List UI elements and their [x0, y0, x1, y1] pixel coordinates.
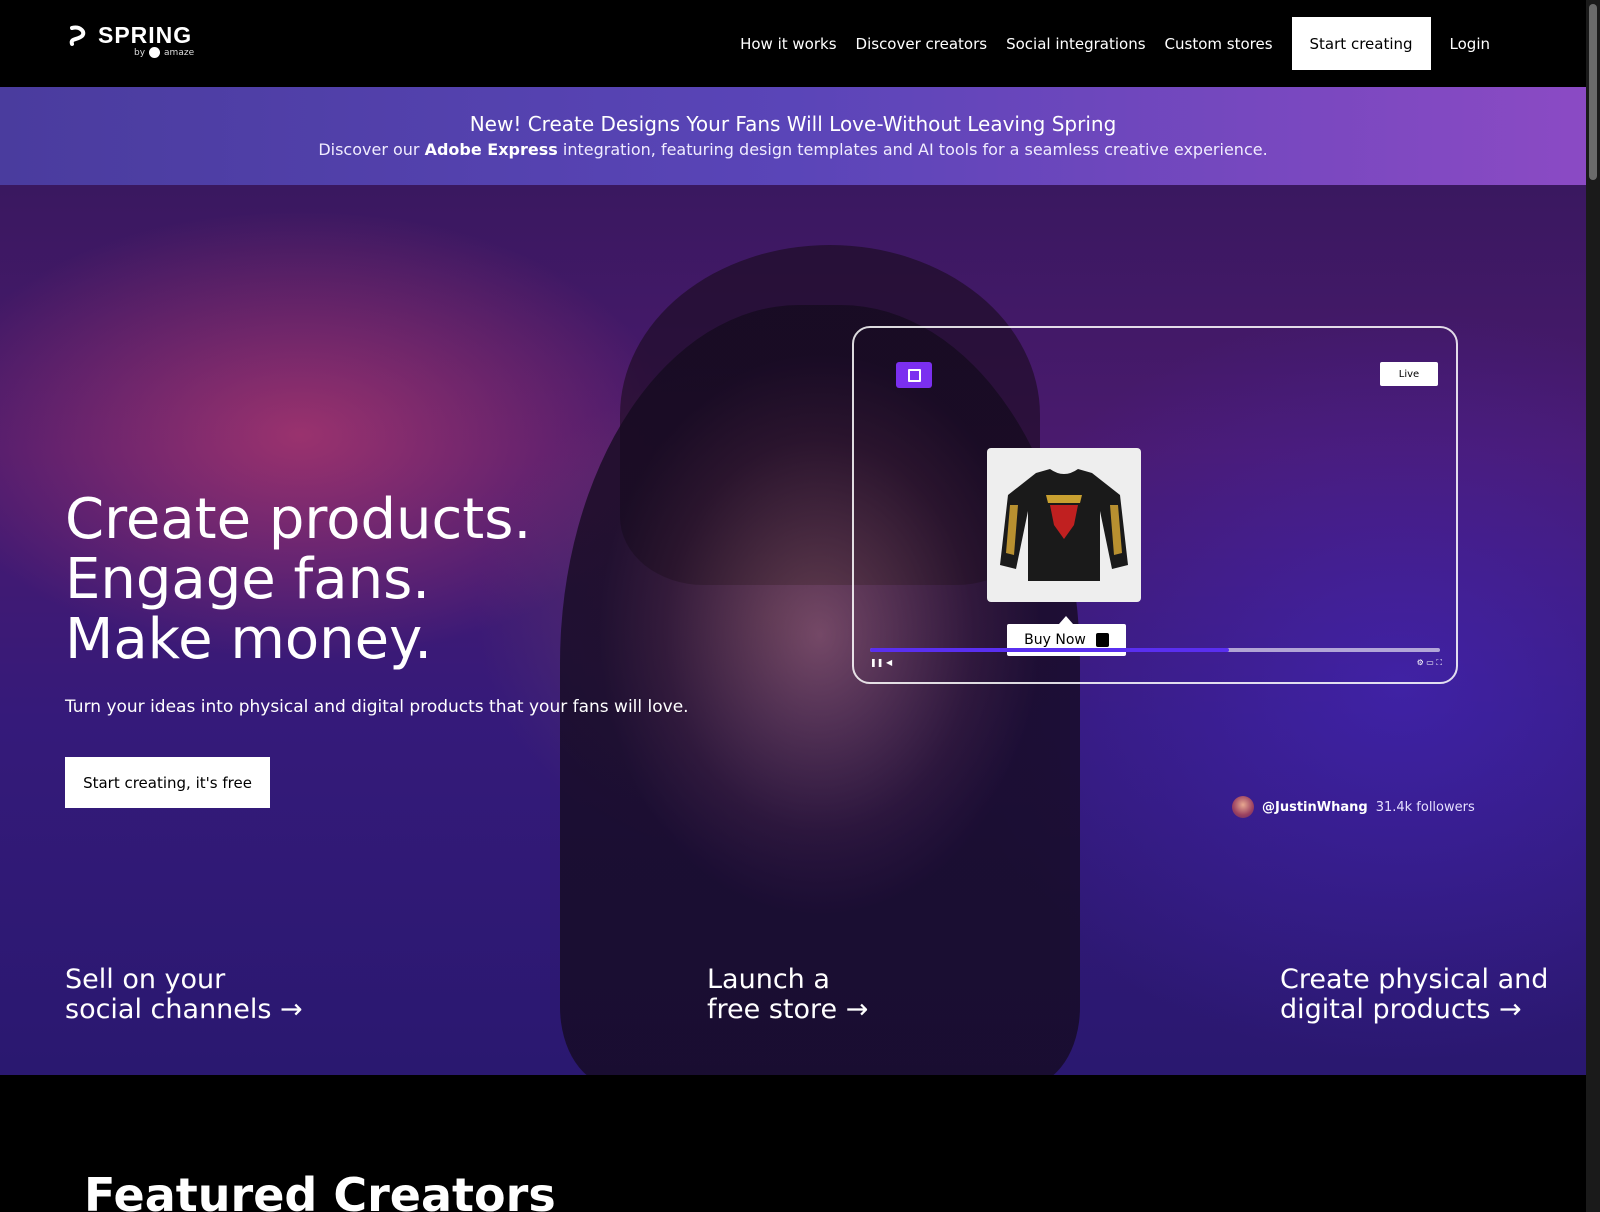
create-link-line-2: digital products → — [1280, 994, 1522, 1025]
live-badge: Live — [1380, 362, 1438, 386]
launch-link-line-2: free store → — [707, 994, 869, 1025]
spring-logo[interactable]: SPRING by amaze — [66, 22, 194, 58]
logo-by-text: by — [134, 47, 146, 58]
scrollbar-thumb[interactable] — [1589, 4, 1597, 180]
launch-free-store-link[interactable]: Launch a free store → — [707, 965, 868, 1025]
stream-preview-card: Live Buy Now ❚❚ ◀ ⚙ ▭ ⛶ — [852, 326, 1458, 684]
headline-line-1: Create products. — [65, 487, 532, 552]
launch-link-line-1: Launch a — [707, 964, 830, 995]
featured-creators-title: Featured Creators — [84, 1168, 556, 1212]
video-progress-bar[interactable] — [870, 648, 1440, 652]
top-nav: SPRING by amaze How it works Discover cr… — [0, 0, 1586, 87]
logo-wordmark: SPRING — [98, 22, 193, 48]
shopping-bag-icon — [1095, 633, 1109, 647]
player-settings-icon[interactable]: ⚙ ▭ ⛶ — [1417, 658, 1442, 668]
headline-line-2: Engage fans. — [65, 547, 431, 612]
page: SPRING by amaze How it works Discover cr… — [0, 0, 1586, 1212]
logo-byline: by amaze — [134, 47, 194, 58]
nav-custom-stores[interactable]: Custom stores — [1165, 35, 1273, 53]
hero-headline: Create products. Engage fans. Make money… — [65, 490, 531, 670]
create-products-link[interactable]: Create physical and digital products → — [1280, 965, 1548, 1025]
longsleeve-shirt-icon — [1000, 469, 1128, 581]
login-link[interactable]: Login — [1450, 35, 1490, 53]
nav-links: How it works Discover creators Social in… — [721, 17, 1490, 70]
amaze-icon — [149, 47, 161, 58]
create-link-line-1: Create physical and — [1280, 964, 1549, 995]
sell-link-line-1: Sell on your — [65, 964, 226, 995]
sell-link-line-2: social channels → — [65, 994, 303, 1025]
page-scrollbar[interactable] — [1586, 0, 1600, 1212]
banner-sub-bold: Adobe Express — [424, 140, 558, 159]
start-creating-button[interactable]: Start creating — [1291, 17, 1431, 70]
nav-social-integrations[interactable]: Social integrations — [1006, 35, 1145, 53]
hero-subtitle: Turn your ideas into physical and digita… — [65, 697, 689, 717]
nav-how-it-works[interactable]: How it works — [740, 35, 836, 53]
logo-amaze-text: amaze — [164, 47, 195, 58]
start-creating-free-button[interactable]: Start creating, it's free — [65, 757, 270, 808]
headline-line-3: Make money. — [65, 607, 433, 672]
banner-sub-post: integration, featuring design templates … — [557, 140, 1268, 159]
announcement-banner[interactable]: New! Create Designs Your Fans Will Love-… — [0, 87, 1586, 185]
creator-followers: 31.4k followers — [1375, 799, 1475, 815]
creator-handle: @JustinWhang — [1262, 799, 1368, 815]
banner-title: New! Create Designs Your Fans Will Love-… — [469, 112, 1117, 136]
creator-tag[interactable]: @JustinWhang 31.4k followers — [1232, 796, 1475, 818]
play-pause-icon[interactable]: ❚❚ ◀ — [870, 658, 892, 667]
banner-subtitle: Discover our Adobe Express integration, … — [0, 140, 1586, 159]
buy-now-label: Buy Now — [1024, 632, 1086, 648]
sell-on-social-link[interactable]: Sell on your social channels → — [65, 965, 303, 1025]
nav-discover-creators[interactable]: Discover creators — [856, 35, 988, 53]
twitch-icon — [896, 362, 932, 388]
avatar — [1232, 796, 1254, 818]
banner-sub-pre: Discover our — [318, 140, 425, 159]
spring-logo-icon — [69, 25, 86, 46]
video-progress-fill — [870, 648, 1230, 652]
product-card[interactable] — [987, 448, 1141, 602]
